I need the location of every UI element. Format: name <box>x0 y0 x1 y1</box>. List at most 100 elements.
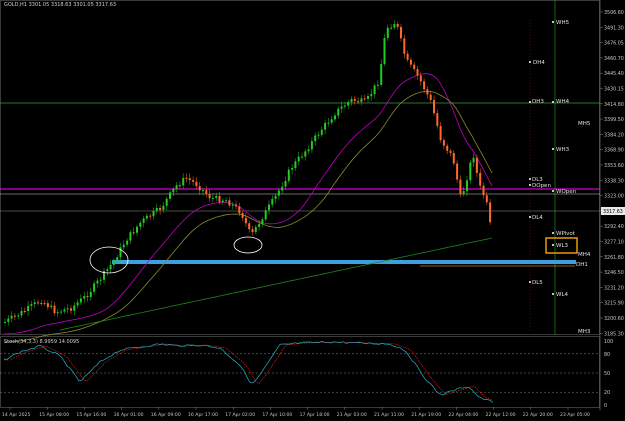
candle-body <box>241 213 244 218</box>
candle-body <box>215 196 218 198</box>
candle-body <box>221 200 224 203</box>
dl4-label: DL4 <box>532 215 543 221</box>
dh3-label: DH3 <box>532 99 544 105</box>
candle-body <box>287 169 290 181</box>
candle-body <box>139 222 142 227</box>
candle-body <box>475 157 478 173</box>
wopen-label: WOpen <box>556 189 577 195</box>
candle-body <box>485 195 488 203</box>
candle-body <box>202 190 204 192</box>
price-tick-label: 3292.40 <box>604 224 624 230</box>
candle-body <box>271 198 274 205</box>
candle-body <box>479 172 482 186</box>
candle-body <box>169 192 171 199</box>
candle-body <box>406 53 409 60</box>
candle-body <box>393 24 396 28</box>
mh3-label: MH3 <box>578 329 591 335</box>
candle-body <box>433 99 435 114</box>
candle-body <box>472 157 475 163</box>
time-tick-label: 16 Apr 17:00 <box>188 412 218 418</box>
candle-body <box>205 190 208 194</box>
candle-body <box>426 89 429 95</box>
candle-body <box>281 186 284 191</box>
candle-body <box>86 296 89 298</box>
candle-body <box>390 27 393 29</box>
ohlc-readout: 3301.05 3318.63 3301.05 3317.63 <box>28 2 117 8</box>
candle-body <box>307 149 310 152</box>
mh5-label: MH5 <box>578 121 591 127</box>
price-tick-label: 3491.30 <box>604 25 624 31</box>
time-tick-label: 15 Apr 08:00 <box>39 412 69 418</box>
price-chart[interactable]: WH5 DH4 DH3 WH4 MH5 WH3 DL3 DOpen WOpen … <box>0 0 625 421</box>
candle-body <box>268 204 270 211</box>
ma-magenta-line <box>3 73 493 335</box>
candle-body <box>413 64 416 70</box>
candle-body <box>291 168 294 170</box>
candle-body <box>238 206 241 214</box>
price-tick-label: 3430.15 <box>604 87 624 93</box>
candle-body <box>459 179 462 194</box>
candle-body <box>284 180 287 187</box>
candle-body <box>383 38 386 65</box>
candle-body <box>248 223 251 230</box>
candle-body <box>396 24 399 27</box>
time-tick-label: 21 Apr 11:00 <box>374 412 404 418</box>
price-tick-label: 3384.20 <box>604 132 624 138</box>
wh4-label: WH4 <box>556 99 570 105</box>
candle-body <box>155 207 158 211</box>
candle-body <box>442 140 445 146</box>
candle-body <box>489 202 492 223</box>
price-tick-label: 3368.90 <box>604 148 624 154</box>
candle-body <box>178 185 181 187</box>
candle-body <box>301 156 303 158</box>
price-tick-label: 3215.90 <box>604 301 624 307</box>
candle-body <box>314 135 317 142</box>
candle-body <box>376 84 379 86</box>
candle-body <box>386 27 389 39</box>
candle-body <box>60 311 63 313</box>
candle-body <box>96 280 99 284</box>
candle-body <box>482 185 485 196</box>
time-tick-label: 21 Apr 19:00 <box>411 412 441 418</box>
candlesticks <box>4 19 492 326</box>
candle-body <box>17 315 20 317</box>
candle-body <box>370 94 373 97</box>
wh5-label: WH5 <box>556 20 570 26</box>
candle-body <box>198 186 201 191</box>
candle-body <box>340 106 343 109</box>
candle-body <box>66 308 69 310</box>
stoch-main-line <box>3 341 494 403</box>
candle-body <box>145 215 148 219</box>
candle-body <box>79 298 82 303</box>
dopen-label: DOpen <box>532 183 551 189</box>
candle-body <box>116 257 119 261</box>
price-tick-label: 3200.60 <box>604 316 624 322</box>
candle-body <box>43 303 46 305</box>
candle-body <box>261 219 264 224</box>
candle-body <box>4 321 6 323</box>
candle-body <box>439 125 442 141</box>
candle-body <box>46 303 49 308</box>
candle-body <box>99 279 102 281</box>
candle-body <box>403 38 406 54</box>
candle-body <box>129 232 132 241</box>
time-tick-label: 21 Apr 03:00 <box>337 412 367 418</box>
candle-body <box>347 102 350 106</box>
price-tick-label: 3414.80 <box>604 102 624 108</box>
annotation-ellipse-2 <box>233 236 263 254</box>
candle-body <box>208 193 211 199</box>
candle-body <box>304 151 307 157</box>
candle-body <box>423 81 426 90</box>
candle-body <box>244 217 247 224</box>
candle-body <box>419 75 422 82</box>
candle-body <box>10 315 13 319</box>
price-tick-label: 3445.40 <box>604 71 624 77</box>
candle-body <box>63 309 66 312</box>
candle-body <box>228 200 231 206</box>
candle-body <box>363 98 366 100</box>
candle-body <box>264 210 267 220</box>
candle-body <box>330 119 333 123</box>
price-tick-label: 3231.20 <box>604 285 624 291</box>
candle-body <box>119 247 122 258</box>
chart-header: GOLD,H1 3301.05 3318.63 3301.05 3317.63 <box>4 2 116 8</box>
